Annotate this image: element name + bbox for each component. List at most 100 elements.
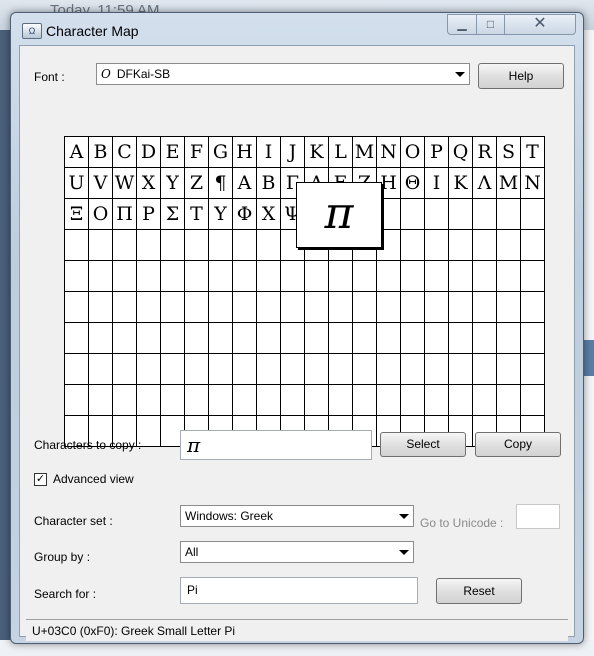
character-cell[interactable]: O <box>401 137 425 168</box>
character-cell[interactable] <box>425 199 449 230</box>
character-cell[interactable] <box>377 323 401 354</box>
character-cell[interactable] <box>449 261 473 292</box>
character-cell[interactable]: A <box>65 137 89 168</box>
character-cell[interactable]: D <box>137 137 161 168</box>
character-cell[interactable]: Π <box>113 199 137 230</box>
character-cell[interactable] <box>497 385 521 416</box>
character-cell[interactable] <box>161 323 185 354</box>
character-cell[interactable] <box>497 199 521 230</box>
character-cell[interactable] <box>449 230 473 261</box>
character-cell[interactable]: F <box>185 137 209 168</box>
character-cell[interactable]: Z <box>185 168 209 199</box>
character-cell[interactable] <box>161 261 185 292</box>
character-cell[interactable] <box>257 385 281 416</box>
character-set-dropdown[interactable]: Windows: Greek <box>180 505 414 527</box>
character-cell[interactable] <box>161 230 185 261</box>
character-cell[interactable]: H <box>233 137 257 168</box>
character-cell[interactable] <box>497 354 521 385</box>
character-cell[interactable] <box>401 323 425 354</box>
character-cell[interactable] <box>305 323 329 354</box>
character-cell[interactable] <box>185 230 209 261</box>
character-cell[interactable] <box>401 292 425 323</box>
search-input[interactable]: Pi <box>180 577 418 604</box>
character-cell[interactable]: Υ <box>209 199 233 230</box>
character-cell[interactable] <box>65 292 89 323</box>
character-cell[interactable] <box>137 354 161 385</box>
character-cell[interactable]: Χ <box>257 199 281 230</box>
character-cell[interactable] <box>161 385 185 416</box>
character-cell[interactable] <box>233 323 257 354</box>
character-cell[interactable]: J <box>281 137 305 168</box>
character-cell[interactable] <box>425 323 449 354</box>
character-cell[interactable]: Ρ <box>137 199 161 230</box>
character-cell[interactable] <box>257 354 281 385</box>
character-cell[interactable] <box>233 261 257 292</box>
go-to-unicode-input[interactable] <box>516 504 560 529</box>
character-cell[interactable] <box>401 385 425 416</box>
character-cell[interactable] <box>89 323 113 354</box>
character-cell[interactable] <box>281 354 305 385</box>
character-cell[interactable]: U <box>65 168 89 199</box>
character-cell[interactable] <box>137 292 161 323</box>
character-cell[interactable]: M <box>353 137 377 168</box>
character-cell[interactable] <box>521 261 545 292</box>
character-cell[interactable] <box>89 261 113 292</box>
character-cell[interactable] <box>521 199 545 230</box>
character-cell[interactable]: Φ <box>233 199 257 230</box>
character-cell[interactable] <box>257 323 281 354</box>
character-cell[interactable] <box>185 354 209 385</box>
character-cell[interactable]: G <box>209 137 233 168</box>
character-cell[interactable] <box>473 261 497 292</box>
character-cell[interactable]: E <box>161 137 185 168</box>
character-cell[interactable] <box>65 354 89 385</box>
character-cell[interactable]: P <box>425 137 449 168</box>
copy-button[interactable]: Copy <box>475 432 561 457</box>
help-button[interactable]: Help <box>478 63 564 89</box>
character-cell[interactable] <box>329 323 353 354</box>
character-cell[interactable]: R <box>473 137 497 168</box>
character-cell[interactable] <box>281 323 305 354</box>
character-cell[interactable] <box>473 292 497 323</box>
character-cell[interactable] <box>281 292 305 323</box>
character-cell[interactable] <box>137 261 161 292</box>
character-cell[interactable] <box>521 354 545 385</box>
character-cell[interactable] <box>449 199 473 230</box>
character-cell[interactable] <box>497 292 521 323</box>
character-cell[interactable] <box>353 354 377 385</box>
character-cell[interactable] <box>449 323 473 354</box>
character-cell[interactable] <box>257 230 281 261</box>
select-button[interactable]: Select <box>380 432 466 457</box>
character-cell[interactable] <box>377 261 401 292</box>
character-cell[interactable] <box>185 385 209 416</box>
character-cell[interactable]: Q <box>449 137 473 168</box>
character-cell[interactable]: B <box>89 137 113 168</box>
character-cell[interactable]: Y <box>161 168 185 199</box>
character-cell[interactable] <box>89 354 113 385</box>
character-cell[interactable]: I <box>257 137 281 168</box>
character-cell[interactable] <box>113 385 137 416</box>
character-cell[interactable] <box>113 323 137 354</box>
character-cell[interactable] <box>521 323 545 354</box>
character-cell[interactable] <box>377 292 401 323</box>
character-cell[interactable] <box>497 261 521 292</box>
character-cell[interactable]: Ν <box>521 168 545 199</box>
character-cell[interactable] <box>425 385 449 416</box>
character-cell[interactable] <box>329 292 353 323</box>
character-cell[interactable]: C <box>113 137 137 168</box>
character-cell[interactable]: V <box>89 168 113 199</box>
character-cell[interactable]: Σ <box>161 199 185 230</box>
character-cell[interactable] <box>65 261 89 292</box>
character-cell[interactable]: Μ <box>497 168 521 199</box>
character-cell[interactable] <box>329 261 353 292</box>
character-cell[interactable]: S <box>497 137 521 168</box>
character-cell[interactable] <box>425 261 449 292</box>
character-cell[interactable] <box>377 385 401 416</box>
character-cell[interactable] <box>377 354 401 385</box>
minimize-button[interactable]: ▁ <box>447 14 477 35</box>
reset-button[interactable]: Reset <box>436 578 522 604</box>
character-cell[interactable]: W <box>113 168 137 199</box>
character-cell[interactable] <box>89 385 113 416</box>
character-cell[interactable] <box>209 261 233 292</box>
character-cell[interactable] <box>401 199 425 230</box>
character-cell[interactable] <box>233 354 257 385</box>
